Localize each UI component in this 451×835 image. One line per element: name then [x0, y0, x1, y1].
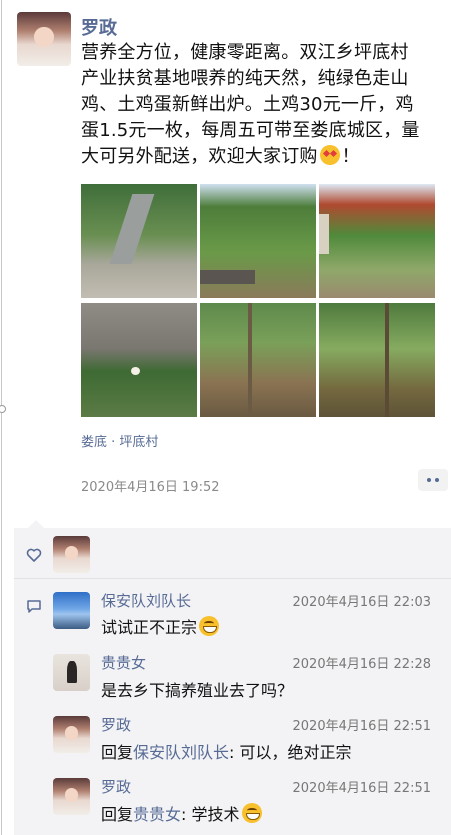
comment-author[interactable]: 罗政 [101, 776, 131, 797]
comment-avatar[interactable] [53, 592, 90, 629]
post-photo[interactable] [319, 303, 435, 417]
reply-to-link[interactable]: 保安队刘队长 [133, 743, 229, 762]
comment-author[interactable]: 罗政 [101, 714, 131, 735]
comment-bubble-icon [27, 600, 41, 613]
post-timestamp: 2020年4月16日 19:52 [81, 480, 220, 495]
comment-text-content: : 学技术 [181, 805, 240, 824]
likes-divider [14, 578, 451, 579]
post-photo[interactable] [319, 184, 435, 298]
comment-text: 是去乡下搞养殖业去了吗？ [101, 681, 294, 700]
comment-time: 2020年4月16日 22:51 [292, 781, 432, 796]
comment-time: 2020年4月16日 22:28 [292, 657, 432, 672]
comment-avatar[interactable] [53, 654, 90, 691]
post-text-end: ！ [341, 146, 360, 167]
liker-avatar[interactable] [53, 536, 90, 573]
post-photo[interactable] [81, 303, 197, 417]
post-text-line: 蛋1.5元一枚，每周五可带至娄底城区，量 [81, 120, 420, 141]
post-photo[interactable] [200, 303, 316, 417]
like-heart-icon [26, 548, 42, 562]
reply-prefix: 回复 [101, 743, 134, 762]
heart-eyes-emoji-icon [319, 145, 340, 165]
comment-avatar[interactable] [53, 716, 90, 753]
poster-name[interactable]: 罗政 [81, 14, 117, 40]
poster-avatar[interactable] [17, 12, 71, 66]
comment-avatar[interactable] [53, 778, 90, 815]
frame-handle [0, 405, 6, 413]
grin-emoji-icon [199, 616, 220, 636]
post-text-line: 大可另外配送，欢迎大家订购 ！ [81, 144, 446, 170]
post-text-line: 营养全方位，健康零距离。双江乡坪底村 [81, 42, 409, 63]
post-text: 营养全方位，健康零距离。双江乡坪底村 产业扶贫基地喂养的纯天然，纯绿色走山 鸡、… [81, 40, 446, 170]
post-text-segment: 大可另外配送，欢迎大家订购 [81, 146, 318, 167]
post-location[interactable]: 娄底 · 坪底村 [81, 431, 158, 450]
post-photo[interactable] [200, 184, 316, 298]
comment-text: 试试正不正宗 [101, 614, 221, 638]
post-text-line: 产业扶贫基地喂养的纯天然，纯绿色走山 [81, 68, 409, 89]
left-frame-line [1, 0, 2, 835]
comment-text: 回复保安队刘队长: 可以，绝对正宗 [101, 739, 352, 763]
post-text-line: 鸡、土鸡蛋新鲜出炉。土鸡30元一斤，鸡 [81, 94, 414, 115]
comment-text: 回复贵贵女: 学技术 [101, 801, 264, 825]
grin-emoji-icon [241, 803, 262, 823]
comment-time: 2020年4月16日 22:51 [292, 719, 432, 734]
comment-text-content: : 可以，绝对正宗 [229, 743, 352, 762]
more-options-button[interactable] [418, 469, 448, 491]
reply-prefix: 回复 [101, 805, 134, 824]
comment-author[interactable]: 贵贵女 [101, 652, 146, 673]
comment-time: 2020年4月16日 22:03 [292, 595, 432, 610]
reply-to-link[interactable]: 贵贵女 [133, 805, 181, 824]
post-photo[interactable] [81, 184, 197, 298]
comment-author[interactable]: 保安队刘队长 [101, 590, 191, 611]
interaction-caret [28, 520, 44, 528]
comment-text-content: 试试正不正宗 [101, 618, 198, 637]
